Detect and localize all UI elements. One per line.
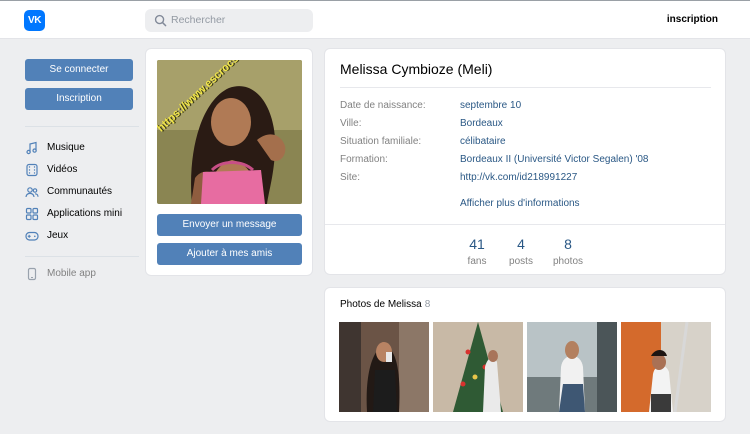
search-icon [154,14,167,27]
profile-photo-image [157,60,302,204]
info-value-site[interactable]: http://vk.com/id218991227 [460,172,577,183]
photos-header[interactable]: Photos de Melissa 8 [340,299,430,310]
sidebar-divider [25,126,139,127]
photo-thumbnail[interactable] [527,322,617,412]
stat-photos[interactable]: 8 photos [538,236,598,267]
info-label-education: Formation: [340,154,388,165]
sidebar-item-mobile-app[interactable]: Mobile app [25,266,145,282]
send-message-button[interactable]: Envoyer un message [157,214,302,236]
profile-photo-card: https://www.escrocs-du-web.fr Envoyer un… [145,48,313,276]
sidebar-item-label: Vidéos [47,164,78,175]
photos-count: 8 [424,299,431,310]
sidebar-item-communities[interactable]: Communautés [25,184,145,200]
gamepad-icon [25,231,39,241]
info-value-city[interactable]: Bordeaux [460,118,503,129]
search-placeholder: Rechercher [171,14,226,26]
sidebar-item-music[interactable]: Musique [25,140,145,156]
logo-text[interactable]: VK [24,10,45,31]
info-value-relationship[interactable]: célibataire [460,136,506,147]
people-icon [25,187,39,198]
stat-number: 8 [564,236,572,252]
info-label-birthdate: Date de naissance: [340,100,426,111]
sidebar-item-label: Musique [47,142,85,153]
stats-divider [325,224,725,225]
sidebar-item-label: Jeux [47,230,69,241]
photo-image [433,322,523,412]
sidebar-item-label: Applications mini [47,208,123,219]
photo-thumbnail[interactable] [339,322,429,412]
photo-thumbnail[interactable] [621,322,711,412]
photo-image [527,322,617,412]
info-value-birthdate[interactable]: septembre 10 [460,100,521,111]
info-label-site: Site: [340,172,361,183]
photo-image [339,322,429,412]
sidebar-item-label: Communautés [47,186,113,197]
add-friend-button[interactable]: Ajouter à mes amis [157,243,302,265]
info-label-city: Ville: [340,118,362,129]
info-value-education[interactable]: Bordeaux II (Université Victor Segalen) … [460,154,649,165]
search-input[interactable]: Rechercher [145,9,313,32]
sidebar-divider [25,256,139,257]
film-icon [26,163,38,177]
phone-icon [27,267,37,281]
stat-label: photos [552,256,584,267]
info-divider [340,87,711,88]
photos-card: Photos de Melissa 8 [324,287,726,422]
top-bar: VK Rechercher inscription [0,0,750,39]
signup-button[interactable]: Inscription [25,88,133,110]
profile-photo[interactable]: https://www.escrocs-du-web.fr [157,60,302,204]
mobile-app-label: Mobile app [47,268,96,279]
signup-link[interactable]: inscription [667,14,718,25]
sidebar-item-games[interactable]: Jeux [25,228,145,244]
show-more-info-link[interactable]: Afficher plus d'informations [460,198,580,209]
sidebar-item-mini-apps[interactable]: Applications mini [25,206,145,222]
login-button[interactable]: Se connecter [25,59,133,81]
sidebar-item-videos[interactable]: Vidéos [25,162,145,178]
info-label-relationship: Situation familiale: [340,136,422,147]
grid-icon [25,207,39,221]
photo-thumbnail[interactable] [433,322,523,412]
photos-title: Photos de Melissa [340,299,422,310]
music-note-icon [26,141,37,155]
profile-name: Melissa Cymbioze (Meli) [340,61,493,77]
vk-logo[interactable]: VK [24,10,45,31]
photo-image [621,322,711,412]
profile-info-card: Melissa Cymbioze (Meli) Date de naissanc… [324,48,726,275]
